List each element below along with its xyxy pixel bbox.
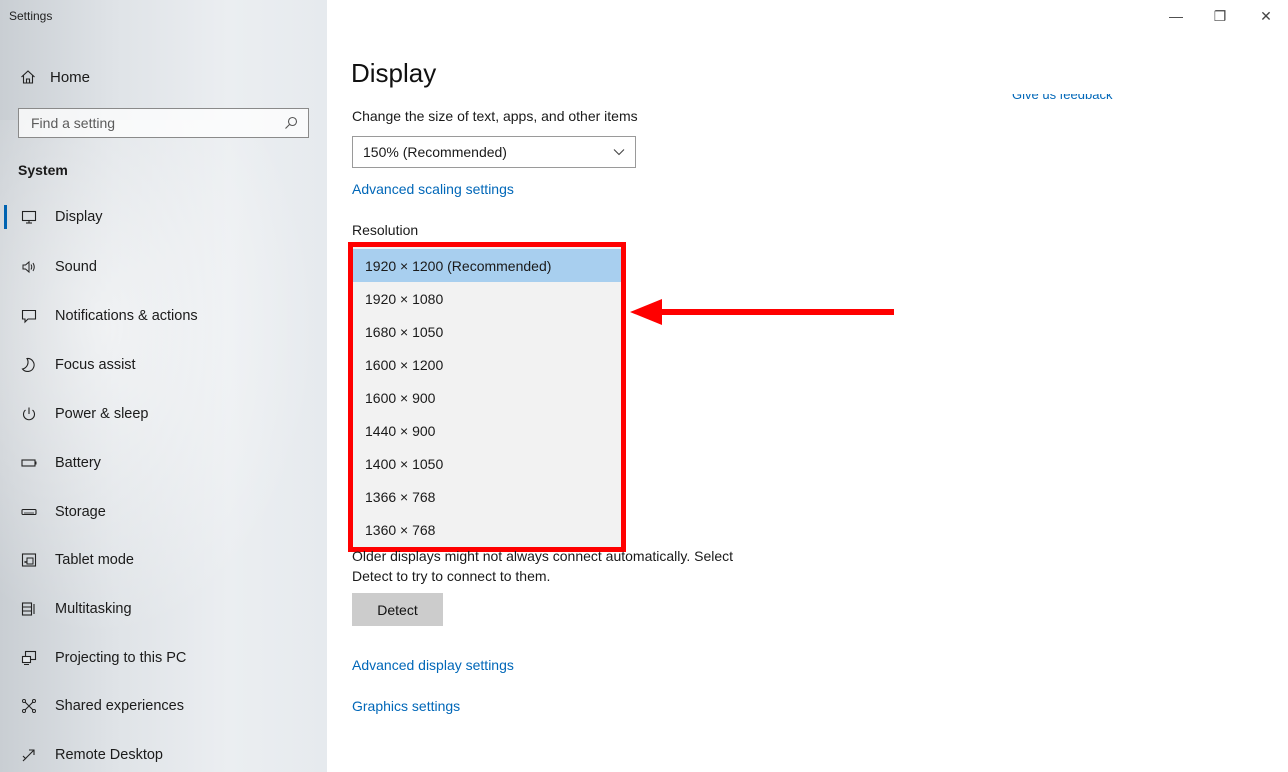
sidebar-item-notifications[interactable]: Notifications & actions	[0, 296, 327, 336]
sidebar-item-label: Battery	[55, 455, 101, 471]
monitor-icon	[19, 207, 39, 227]
sidebar-item-label: Notifications & actions	[55, 308, 198, 324]
sidebar-item-label: Display	[55, 209, 103, 225]
power-icon	[19, 404, 39, 424]
sidebar-item-power-sleep[interactable]: Power & sleep	[0, 394, 327, 434]
multitasking-icon	[19, 599, 39, 619]
sidebar-item-label: Focus assist	[55, 357, 136, 373]
scale-label: Change the size of text, apps, and other…	[352, 108, 638, 124]
speaker-icon	[19, 257, 39, 277]
advanced-scaling-link[interactable]: Advanced scaling settings	[352, 181, 514, 197]
resolution-dropdown-list: 1920 × 1200 (Recommended) 1920 × 1080 16…	[352, 244, 626, 548]
search-placeholder: Find a setting	[31, 115, 116, 131]
detect-text-line1: Older displays might not always connect …	[352, 548, 734, 564]
sidebar-item-projecting[interactable]: Projecting to this PC	[0, 638, 327, 678]
notification-icon	[19, 306, 39, 326]
sidebar-item-tablet-mode[interactable]: Tablet mode	[0, 540, 327, 580]
minimize-button[interactable]: —	[1166, 8, 1186, 24]
page-title: Display	[351, 58, 437, 88]
sidebar-home[interactable]: Home	[20, 65, 90, 89]
restore-button[interactable]: ❐	[1210, 8, 1230, 25]
sidebar: Settings Home Find a setting System Disp…	[0, 0, 327, 772]
advanced-display-link[interactable]: Advanced display settings	[352, 657, 514, 673]
sidebar-item-display[interactable]: Display	[0, 197, 327, 237]
resolution-option[interactable]: 1920 × 1200 (Recommended)	[353, 249, 625, 282]
scale-value: 150% (Recommended)	[363, 144, 507, 160]
graphics-settings-link[interactable]: Graphics settings	[352, 698, 460, 714]
sidebar-item-label: Sound	[55, 259, 97, 275]
sidebar-item-label: Projecting to this PC	[55, 650, 187, 666]
detect-button[interactable]: Detect	[352, 593, 443, 626]
detect-description: Older displays might not always connect …	[352, 548, 792, 586]
sidebar-item-label: Power & sleep	[55, 406, 149, 422]
resolution-option[interactable]: 1366 × 768	[353, 480, 625, 513]
sidebar-item-label: Remote Desktop	[55, 747, 163, 763]
sidebar-item-label: Tablet mode	[55, 552, 134, 568]
detect-text-line2: Detect to try to connect to them.	[352, 568, 551, 584]
shared-experiences-icon	[19, 696, 39, 716]
arrow-annotation	[630, 299, 894, 325]
resolution-option[interactable]: 1600 × 900	[353, 381, 625, 414]
sidebar-item-label: Storage	[55, 504, 106, 520]
resolution-option[interactable]: 1680 × 1050	[353, 315, 625, 348]
sidebar-item-label: Shared experiences	[55, 698, 184, 714]
sidebar-item-multitasking[interactable]: Multitasking	[0, 589, 327, 629]
sidebar-item-focus-assist[interactable]: Focus assist	[0, 345, 327, 385]
home-icon	[21, 70, 35, 84]
close-button[interactable]: ✕	[1256, 8, 1276, 25]
app-title: Settings	[9, 9, 53, 23]
sidebar-item-remote-desktop[interactable]: Remote Desktop	[0, 735, 327, 772]
storage-icon	[19, 502, 39, 522]
resolution-option[interactable]: 1440 × 900	[353, 414, 625, 447]
remote-desktop-icon	[19, 745, 39, 765]
scale-dropdown[interactable]: 150% (Recommended)	[352, 136, 636, 168]
feedback-link[interactable]: Give us feedback	[1012, 94, 1152, 102]
search-icon	[285, 116, 298, 129]
chevron-down-icon	[613, 149, 625, 156]
search-input[interactable]: Find a setting	[18, 108, 309, 138]
resolution-option[interactable]: 1360 × 768	[353, 513, 625, 546]
battery-icon	[19, 453, 39, 473]
sidebar-item-shared-experiences[interactable]: Shared experiences	[0, 686, 327, 726]
resolution-option[interactable]: 1600 × 1200	[353, 348, 625, 381]
resolution-label: Resolution	[352, 222, 419, 238]
projecting-icon	[19, 648, 39, 668]
sidebar-item-sound[interactable]: Sound	[0, 247, 327, 287]
resolution-option[interactable]: 1400 × 1050	[353, 447, 625, 480]
section-label-system: System	[18, 162, 68, 178]
sidebar-item-storage[interactable]: Storage	[0, 492, 327, 532]
moon-icon	[19, 355, 39, 375]
resolution-option[interactable]: 1920 × 1080	[353, 282, 625, 315]
tablet-mode-icon	[19, 550, 39, 570]
sidebar-item-label: Multitasking	[55, 601, 132, 617]
sidebar-item-battery[interactable]: Battery	[0, 443, 327, 483]
home-label: Home	[50, 68, 91, 86]
